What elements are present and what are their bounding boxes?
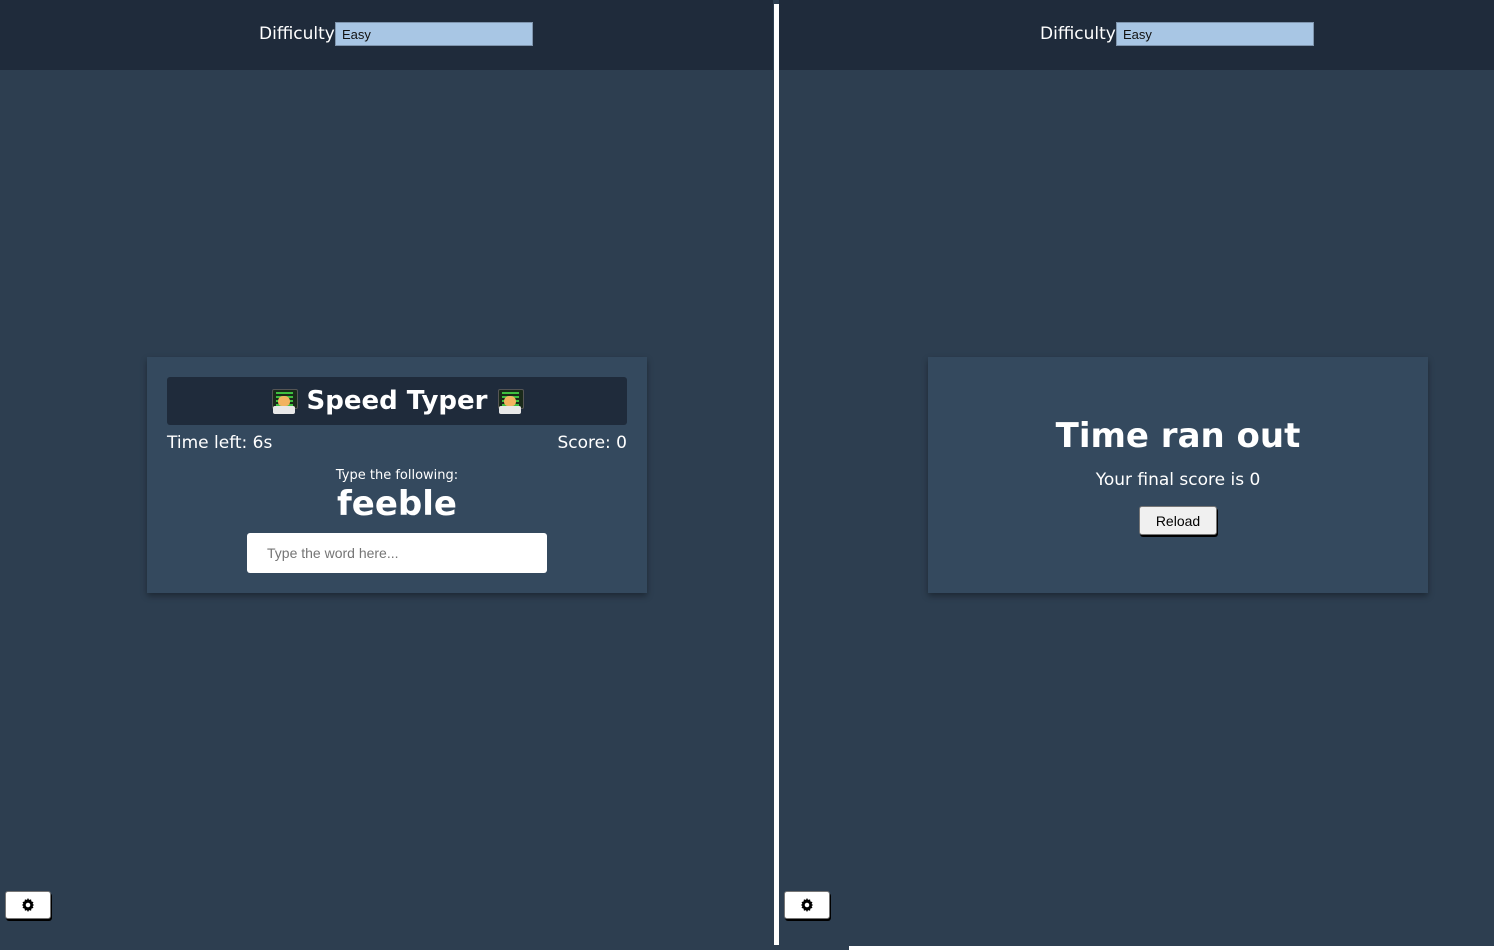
difficulty-label: Difficulty [1040, 24, 1116, 44]
difficulty-select[interactable]: Easy [1116, 22, 1314, 46]
gear-icon [800, 898, 814, 912]
game-title-bar: Speed Typer [167, 377, 627, 425]
bottom-edge [849, 946, 1494, 950]
word-prompt: Type the following: [335, 468, 459, 483]
left-panel: Difficulty Easy Speed Typer Time left: 6… [0, 0, 773, 950]
game-container: Speed Typer Time left: 6s Score: 0 Type … [147, 357, 647, 593]
game-title: Speed Typer [306, 386, 488, 416]
settings-button[interactable] [5, 891, 51, 919]
gear-icon [21, 898, 35, 912]
score: Score: 0 [557, 433, 627, 453]
end-game-container: Time ran out Your final score is 0 Reloa… [928, 357, 1428, 593]
difficulty-label: Difficulty [259, 24, 335, 44]
reload-button[interactable]: Reload [1139, 506, 1217, 535]
settings-header: Difficulty Easy [779, 0, 1494, 70]
right-panel: Difficulty Easy Time ran out Your final … [779, 0, 1494, 950]
time-left: Time left: 6s [167, 433, 273, 453]
final-score: Your final score is 0 [1095, 470, 1261, 490]
technologist-emoji-icon [271, 388, 298, 414]
technologist-emoji-icon [497, 388, 525, 414]
settings-header: Difficulty Easy [0, 0, 773, 70]
word-input[interactable] [247, 533, 547, 573]
end-title: Time ran out [1055, 416, 1301, 456]
settings-button[interactable] [784, 891, 830, 919]
target-word: feeble [337, 484, 457, 524]
difficulty-select[interactable]: Easy [335, 22, 533, 46]
